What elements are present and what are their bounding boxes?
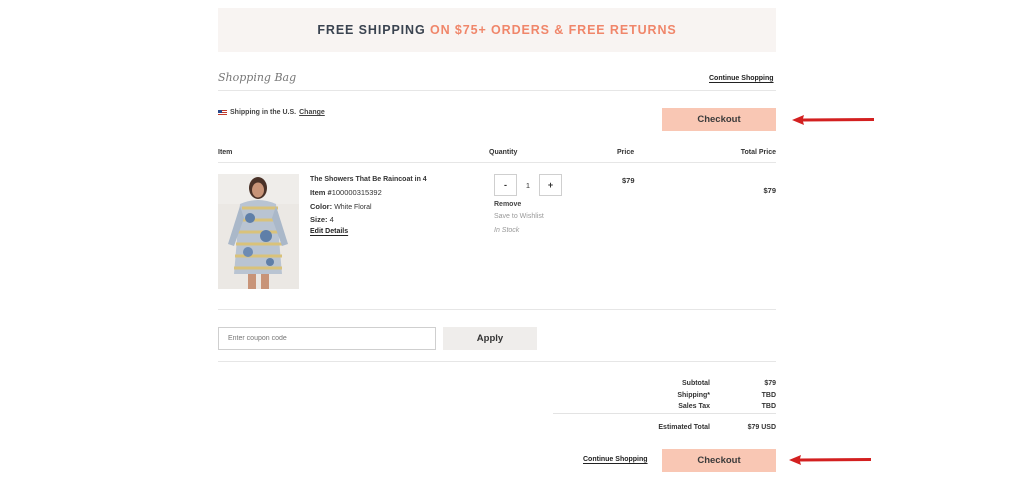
item-number-value: 100000315392 xyxy=(331,188,382,197)
change-country-link[interactable]: Change xyxy=(299,109,325,116)
divider xyxy=(218,90,776,91)
color-label: Color: xyxy=(310,202,333,211)
estimated-total-value: $79 USD xyxy=(747,424,776,431)
banner-ampersand: & xyxy=(549,23,569,37)
quantity-value[interactable]: 1 xyxy=(517,181,539,190)
shipping-label: Shipping* xyxy=(677,392,710,399)
product-item-number: Item #100000315392 xyxy=(310,188,382,197)
divider xyxy=(218,309,776,310)
banner-free-shipping: FREE SHIPPING xyxy=(317,23,426,37)
remove-item-link[interactable]: Remove xyxy=(494,201,521,208)
shipping-destination: Shipping in the U.S. Change xyxy=(218,109,325,116)
product-image[interactable] xyxy=(218,174,299,289)
us-flag-icon xyxy=(218,109,227,116)
sales-tax-value: TBD xyxy=(761,403,776,410)
color-value: White Floral xyxy=(334,204,372,211)
product-size: Size: 4 xyxy=(310,215,334,224)
apply-coupon-button[interactable]: Apply xyxy=(443,327,537,350)
column-header-item: Item xyxy=(218,149,233,156)
summary-divider xyxy=(553,413,776,414)
divider xyxy=(218,361,776,362)
continue-shopping-link-bottom[interactable]: Continue Shopping xyxy=(583,456,648,463)
shipping-value: TBD xyxy=(761,392,776,399)
stock-status: In Stock xyxy=(494,227,520,234)
edit-details-link[interactable]: Edit Details xyxy=(310,228,348,235)
decrease-quantity-button[interactable]: - xyxy=(494,174,517,196)
continue-shopping-link-top[interactable]: Continue Shopping xyxy=(709,75,774,82)
banner-free-returns: FREE RETURNS xyxy=(568,23,677,37)
red-arrow-icon xyxy=(789,455,871,465)
quantity-stepper: - 1 + xyxy=(494,174,562,196)
size-label: Size: xyxy=(310,215,328,224)
divider xyxy=(218,162,776,163)
checkout-button-top[interactable]: Checkout xyxy=(662,108,776,131)
banner-threshold: ON $75+ ORDERS xyxy=(425,23,550,37)
page-title: Shopping Bag xyxy=(218,71,297,84)
product-name[interactable]: The Showers That Be Raincoat in 4 xyxy=(310,176,427,183)
column-header-total-price: Total Price xyxy=(740,149,776,156)
subtotal-label: Subtotal xyxy=(682,380,710,387)
column-header-quantity: Quantity xyxy=(489,149,518,156)
sales-tax-label: Sales Tax xyxy=(678,403,710,410)
item-price: $79 xyxy=(622,176,635,185)
checkout-button-bottom[interactable]: Checkout xyxy=(662,449,776,472)
shipping-promo-banner: FREE SHIPPING ON $75+ ORDERS & FREE RETU… xyxy=(218,8,776,52)
column-header-price: Price xyxy=(617,149,635,156)
estimated-total-label: Estimated Total xyxy=(658,424,710,431)
product-color: Color: White Floral xyxy=(310,202,372,211)
item-total-price: $79 xyxy=(763,186,776,195)
item-number-label: Item # xyxy=(310,188,332,197)
increase-quantity-button[interactable]: + xyxy=(539,174,562,196)
size-value: 4 xyxy=(329,215,334,224)
subtotal-value: $79 xyxy=(764,380,776,387)
save-to-wishlist-link[interactable]: Save to Wishlist xyxy=(494,213,544,220)
red-arrow-icon xyxy=(792,115,874,125)
coupon-code-input[interactable] xyxy=(218,327,436,350)
shipping-text: Shipping in the U.S. xyxy=(230,109,297,116)
